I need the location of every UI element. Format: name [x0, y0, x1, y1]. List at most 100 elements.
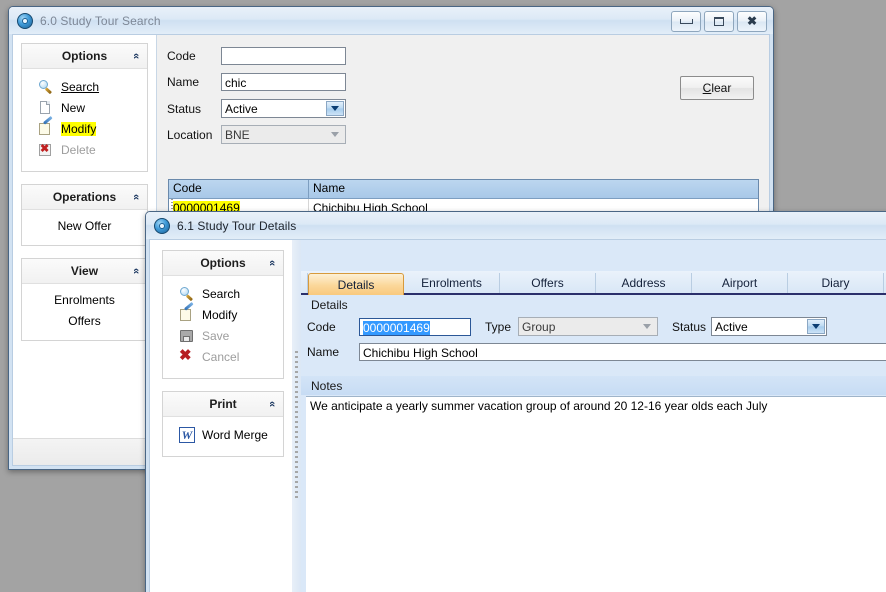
details-options-panel-body: Search Modify Save — [163, 276, 283, 378]
sidebar-item-word-merge[interactable]: Word Merge — [163, 425, 283, 444]
details-status-label: Status — [672, 320, 706, 334]
sidebar-item-new[interactable]: New — [22, 98, 147, 117]
sidebar-item-label: Save — [202, 329, 229, 343]
search-navigation-pane: Options « Search New — [13, 35, 157, 465]
view-panel-header[interactable]: View « — [22, 259, 147, 284]
details-name-label: Name — [307, 345, 359, 359]
tab-enrolments[interactable]: Enrolments — [404, 273, 500, 293]
name-field-row: Name chic — [167, 71, 497, 93]
sidebar-item-label: Word Merge — [202, 428, 268, 442]
search-window-controls[interactable]: ✖ — [671, 11, 767, 32]
print-panel-body: Word Merge — [163, 417, 283, 456]
tab-details[interactable]: Details — [308, 273, 404, 295]
details-code-label: Code — [307, 320, 359, 334]
maximize-icon[interactable] — [704, 11, 734, 32]
print-panel-header[interactable]: Print « — [163, 392, 283, 417]
details-code-row: Code 0000001469 Type Group Status Active — [307, 317, 827, 336]
chevron-down-icon[interactable] — [326, 101, 344, 116]
sidebar-item-new-offer[interactable]: New Offer — [22, 216, 147, 235]
sidebar-item-label: New Offer — [58, 219, 112, 233]
clear-button[interactable]: Clear — [680, 76, 754, 100]
details-code-input[interactable]: 0000001469 — [359, 318, 471, 336]
options-panel: Options « Search New — [21, 43, 148, 172]
sidebar-item-delete: Delete — [22, 140, 147, 159]
sidebar-item-modify[interactable]: Modify — [163, 305, 283, 324]
chevron-collapse-icon[interactable]: « — [266, 260, 278, 266]
pencil-edit-icon — [38, 121, 54, 137]
tab-label: Details — [338, 278, 375, 292]
sidebar-item-cancel: Cancel — [163, 347, 283, 366]
details-window-titlebar[interactable]: 6.1 Study Tour Details — [146, 212, 886, 240]
minimize-icon[interactable] — [671, 11, 701, 32]
sidebar-item-search[interactable]: Search — [22, 77, 147, 96]
cancel-x-icon — [179, 349, 195, 365]
details-options-panel: Options « Search Modify — [162, 250, 284, 379]
operations-panel: Operations « New Offer — [21, 184, 148, 246]
search-name-input[interactable]: chic — [221, 73, 346, 91]
sidebar-item-enrolments[interactable]: Enrolments — [22, 290, 147, 309]
details-type-label: Type — [485, 320, 511, 334]
details-name-input[interactable]: Chichibu High School — [359, 343, 886, 361]
tab-offers[interactable]: Offers — [500, 273, 596, 293]
details-code-value: 0000001469 — [363, 321, 430, 335]
search-status-dropdown[interactable]: Active — [221, 99, 346, 118]
sidebar-item-label: Search — [61, 80, 99, 94]
details-options-panel-header[interactable]: Options « — [163, 251, 283, 276]
tab-airport[interactable]: Airport — [692, 273, 788, 293]
search-criteria-form: Code Name chic Status Active — [167, 45, 497, 146]
study-tour-details-window[interactable]: 6.1 Study Tour Details Options « — [145, 211, 886, 592]
notes-textarea[interactable]: We anticipate a yearly summer vacation g… — [306, 396, 886, 592]
close-icon[interactable]: ✖ — [737, 11, 767, 32]
grid-header-code[interactable]: Code — [169, 180, 309, 198]
details-content-area: Details Enrolments Offers Address Airpor… — [301, 240, 886, 592]
print-panel-title: Print — [209, 397, 236, 411]
chevron-collapse-icon[interactable]: « — [130, 268, 142, 274]
search-location-value: BNE — [225, 128, 250, 142]
sidebar-item-search[interactable]: Search — [163, 284, 283, 303]
magnifier-icon — [179, 286, 195, 302]
location-label: Location — [167, 128, 221, 142]
details-tabstrip[interactable]: Details Enrolments Offers Address Airpor… — [301, 271, 886, 295]
page-icon — [38, 100, 54, 116]
details-group-title: Details — [301, 295, 886, 312]
tab-label: Diary — [821, 276, 849, 290]
view-panel-body: Enrolments Offers — [22, 284, 147, 340]
grid-header-name[interactable]: Name — [309, 180, 758, 198]
clear-button-label: lear — [711, 81, 731, 95]
view-panel: View « Enrolments Offers — [21, 258, 148, 341]
details-status-dropdown[interactable]: Active — [711, 317, 827, 336]
sidebar-item-label: Modify — [61, 122, 96, 136]
pane-splitter[interactable] — [292, 240, 301, 592]
operations-panel-header[interactable]: Operations « — [22, 185, 147, 210]
search-status-value: Active — [225, 102, 258, 116]
search-nav-footer — [13, 438, 156, 465]
search-code-input[interactable] — [221, 47, 346, 65]
sidebar-item-label: Offers — [68, 314, 100, 328]
chevron-collapse-icon[interactable]: « — [130, 53, 142, 59]
search-window-titlebar[interactable]: 6.0 Study Tour Search ✖ — [9, 7, 773, 35]
globe-icon — [154, 218, 170, 234]
tab-diary[interactable]: Diary — [788, 273, 884, 293]
splitter-grip[interactable] — [295, 351, 298, 501]
globe-icon — [17, 13, 33, 29]
tab-label: Offers — [531, 276, 563, 290]
chevron-down-icon — [638, 319, 656, 334]
magnifier-icon — [38, 79, 54, 95]
sidebar-item-offers[interactable]: Offers — [22, 311, 147, 330]
tab-label: Address — [621, 276, 665, 290]
search-window-title: 6.0 Study Tour Search — [40, 14, 161, 28]
chevron-collapse-icon[interactable]: « — [130, 194, 142, 200]
tab-address[interactable]: Address — [596, 273, 692, 293]
code-field-row: Code — [167, 45, 497, 67]
tab-label: Enrolments — [421, 276, 482, 290]
notes-group-title: Notes — [301, 379, 342, 393]
chevron-down-icon[interactable] — [807, 319, 825, 334]
print-panel: Print « Word Merge — [162, 391, 284, 457]
sidebar-item-modify[interactable]: Modify — [22, 119, 147, 138]
chevron-collapse-icon[interactable]: « — [266, 401, 278, 407]
sidebar-item-label: Search — [202, 287, 240, 301]
pencil-edit-icon — [179, 307, 195, 323]
status-label: Status — [167, 102, 221, 116]
options-panel-body: Search New Modify — [22, 69, 147, 171]
options-panel-header[interactable]: Options « — [22, 44, 147, 69]
